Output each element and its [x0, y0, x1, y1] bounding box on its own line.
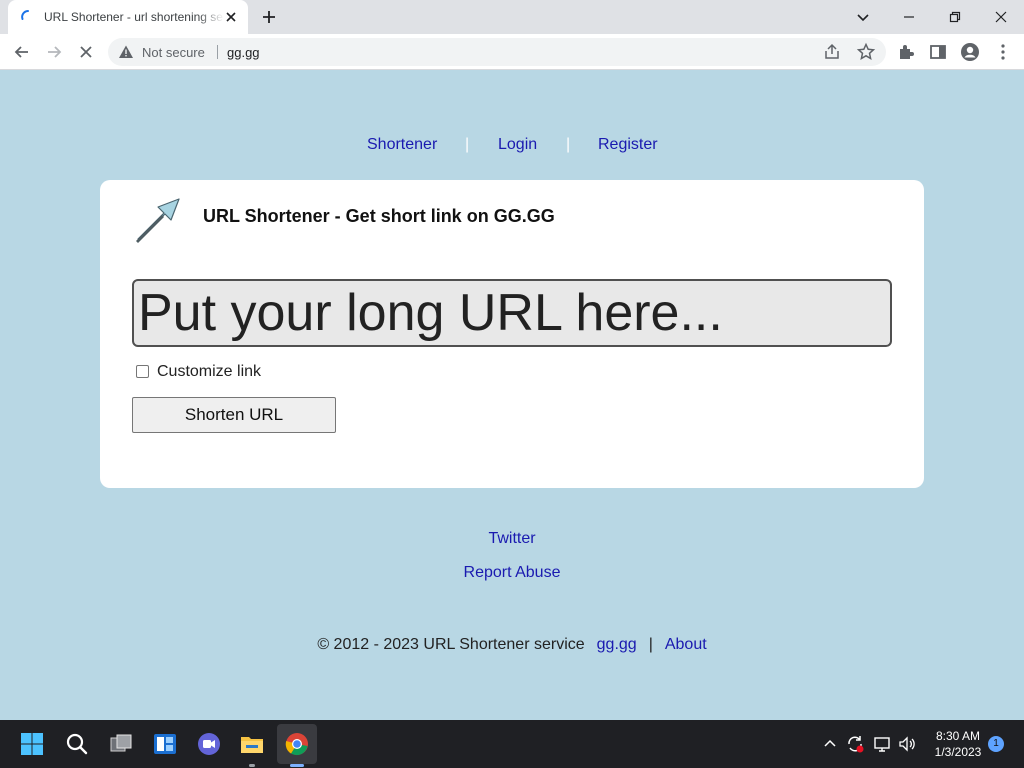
sync-icon[interactable]	[845, 734, 865, 754]
warning-icon[interactable]	[118, 44, 134, 60]
logo-arrow-icon	[136, 198, 180, 243]
footer-about-link[interactable]: About	[665, 636, 707, 653]
file-explorer-running-indicator	[249, 764, 255, 767]
not-secure-label[interactable]: Not secure	[142, 45, 205, 60]
shortener-card: URL Shortener - Get short link on GG.GG …	[100, 180, 924, 488]
footer-separator: |	[648, 636, 653, 653]
close-tab-icon[interactable]	[223, 9, 239, 25]
customize-link-label[interactable]: Customize link	[157, 363, 261, 381]
nav-separator: |	[566, 136, 571, 153]
twitter-link[interactable]: Twitter	[488, 530, 535, 547]
bookmark-star-icon[interactable]	[856, 42, 876, 62]
browser-toolbar: Not secure gg.gg	[0, 34, 1024, 70]
chrome-active-indicator	[290, 764, 304, 767]
task-view-icon[interactable]	[109, 732, 133, 756]
stop-loading-icon[interactable]	[76, 42, 96, 62]
clock-time: 8:30 AM	[935, 729, 981, 743]
tab-bar: URL Shortener - url shortening se	[0, 0, 1024, 34]
tab-search-icon[interactable]	[852, 6, 874, 28]
twitter-row: Twitter	[0, 530, 1024, 548]
kebab-menu-icon[interactable]	[993, 42, 1013, 62]
address-bar[interactable]: Not secure gg.gg	[108, 38, 886, 66]
search-icon[interactable]	[65, 732, 89, 756]
chevron-up-icon[interactable]	[820, 734, 840, 754]
restore-icon[interactable]	[944, 6, 966, 28]
new-tab-icon[interactable]	[260, 8, 278, 26]
file-explorer-icon[interactable]	[240, 732, 264, 756]
network-icon[interactable]	[872, 734, 892, 754]
customize-link-checkbox[interactable]	[136, 365, 149, 378]
chrome-icon[interactable]	[285, 732, 309, 756]
footer: © 2012 - 2023 URL Shortener service gg.gg…	[0, 636, 1024, 654]
tab-title: URL Shortener - url shortening se	[44, 10, 223, 24]
extensions-puzzle-icon[interactable]	[896, 42, 916, 62]
report-abuse-link[interactable]: Report Abuse	[464, 564, 561, 581]
url-text[interactable]: gg.gg	[227, 45, 260, 60]
profile-avatar-icon[interactable]	[960, 42, 980, 62]
side-panel-icon[interactable]	[928, 42, 948, 62]
omnibox-divider	[217, 45, 218, 59]
browser-tab[interactable]: URL Shortener - url shortening se	[8, 0, 248, 34]
nav-register-link[interactable]: Register	[598, 136, 658, 154]
copyright-text: © 2012 - 2023 URL Shortener service	[317, 636, 585, 653]
notification-badge[interactable]: 1	[988, 736, 1004, 752]
volume-icon[interactable]	[897, 734, 917, 754]
back-arrow-icon[interactable]	[12, 42, 32, 62]
taskbar: 8:30 AM 1/3/2023	[0, 720, 1024, 768]
clock-date: 1/3/2023	[934, 745, 982, 759]
close-window-icon[interactable]	[990, 6, 1012, 28]
minimize-icon[interactable]	[898, 6, 920, 28]
system-clock[interactable]: 8:30 AM 1/3/2023	[920, 728, 996, 760]
footer-gg-link[interactable]: gg.gg	[597, 636, 637, 653]
widgets-icon[interactable]	[153, 732, 177, 756]
forward-arrow-icon[interactable]	[44, 42, 64, 62]
loading-spinner-icon	[21, 10, 29, 20]
nav-separator: |	[465, 136, 470, 153]
share-icon[interactable]	[822, 42, 842, 62]
page-title: URL Shortener - Get short link on GG.GG	[203, 206, 555, 226]
windows-start-icon[interactable]	[20, 732, 44, 756]
nav-login-link[interactable]: Login	[498, 136, 537, 154]
report-row: Report Abuse	[0, 564, 1024, 582]
teams-chat-icon[interactable]	[197, 732, 221, 756]
shorten-url-button[interactable]: Shorten URL	[132, 397, 336, 433]
long-url-input[interactable]	[132, 279, 892, 347]
nav-shortener-link[interactable]: Shortener	[367, 136, 437, 154]
